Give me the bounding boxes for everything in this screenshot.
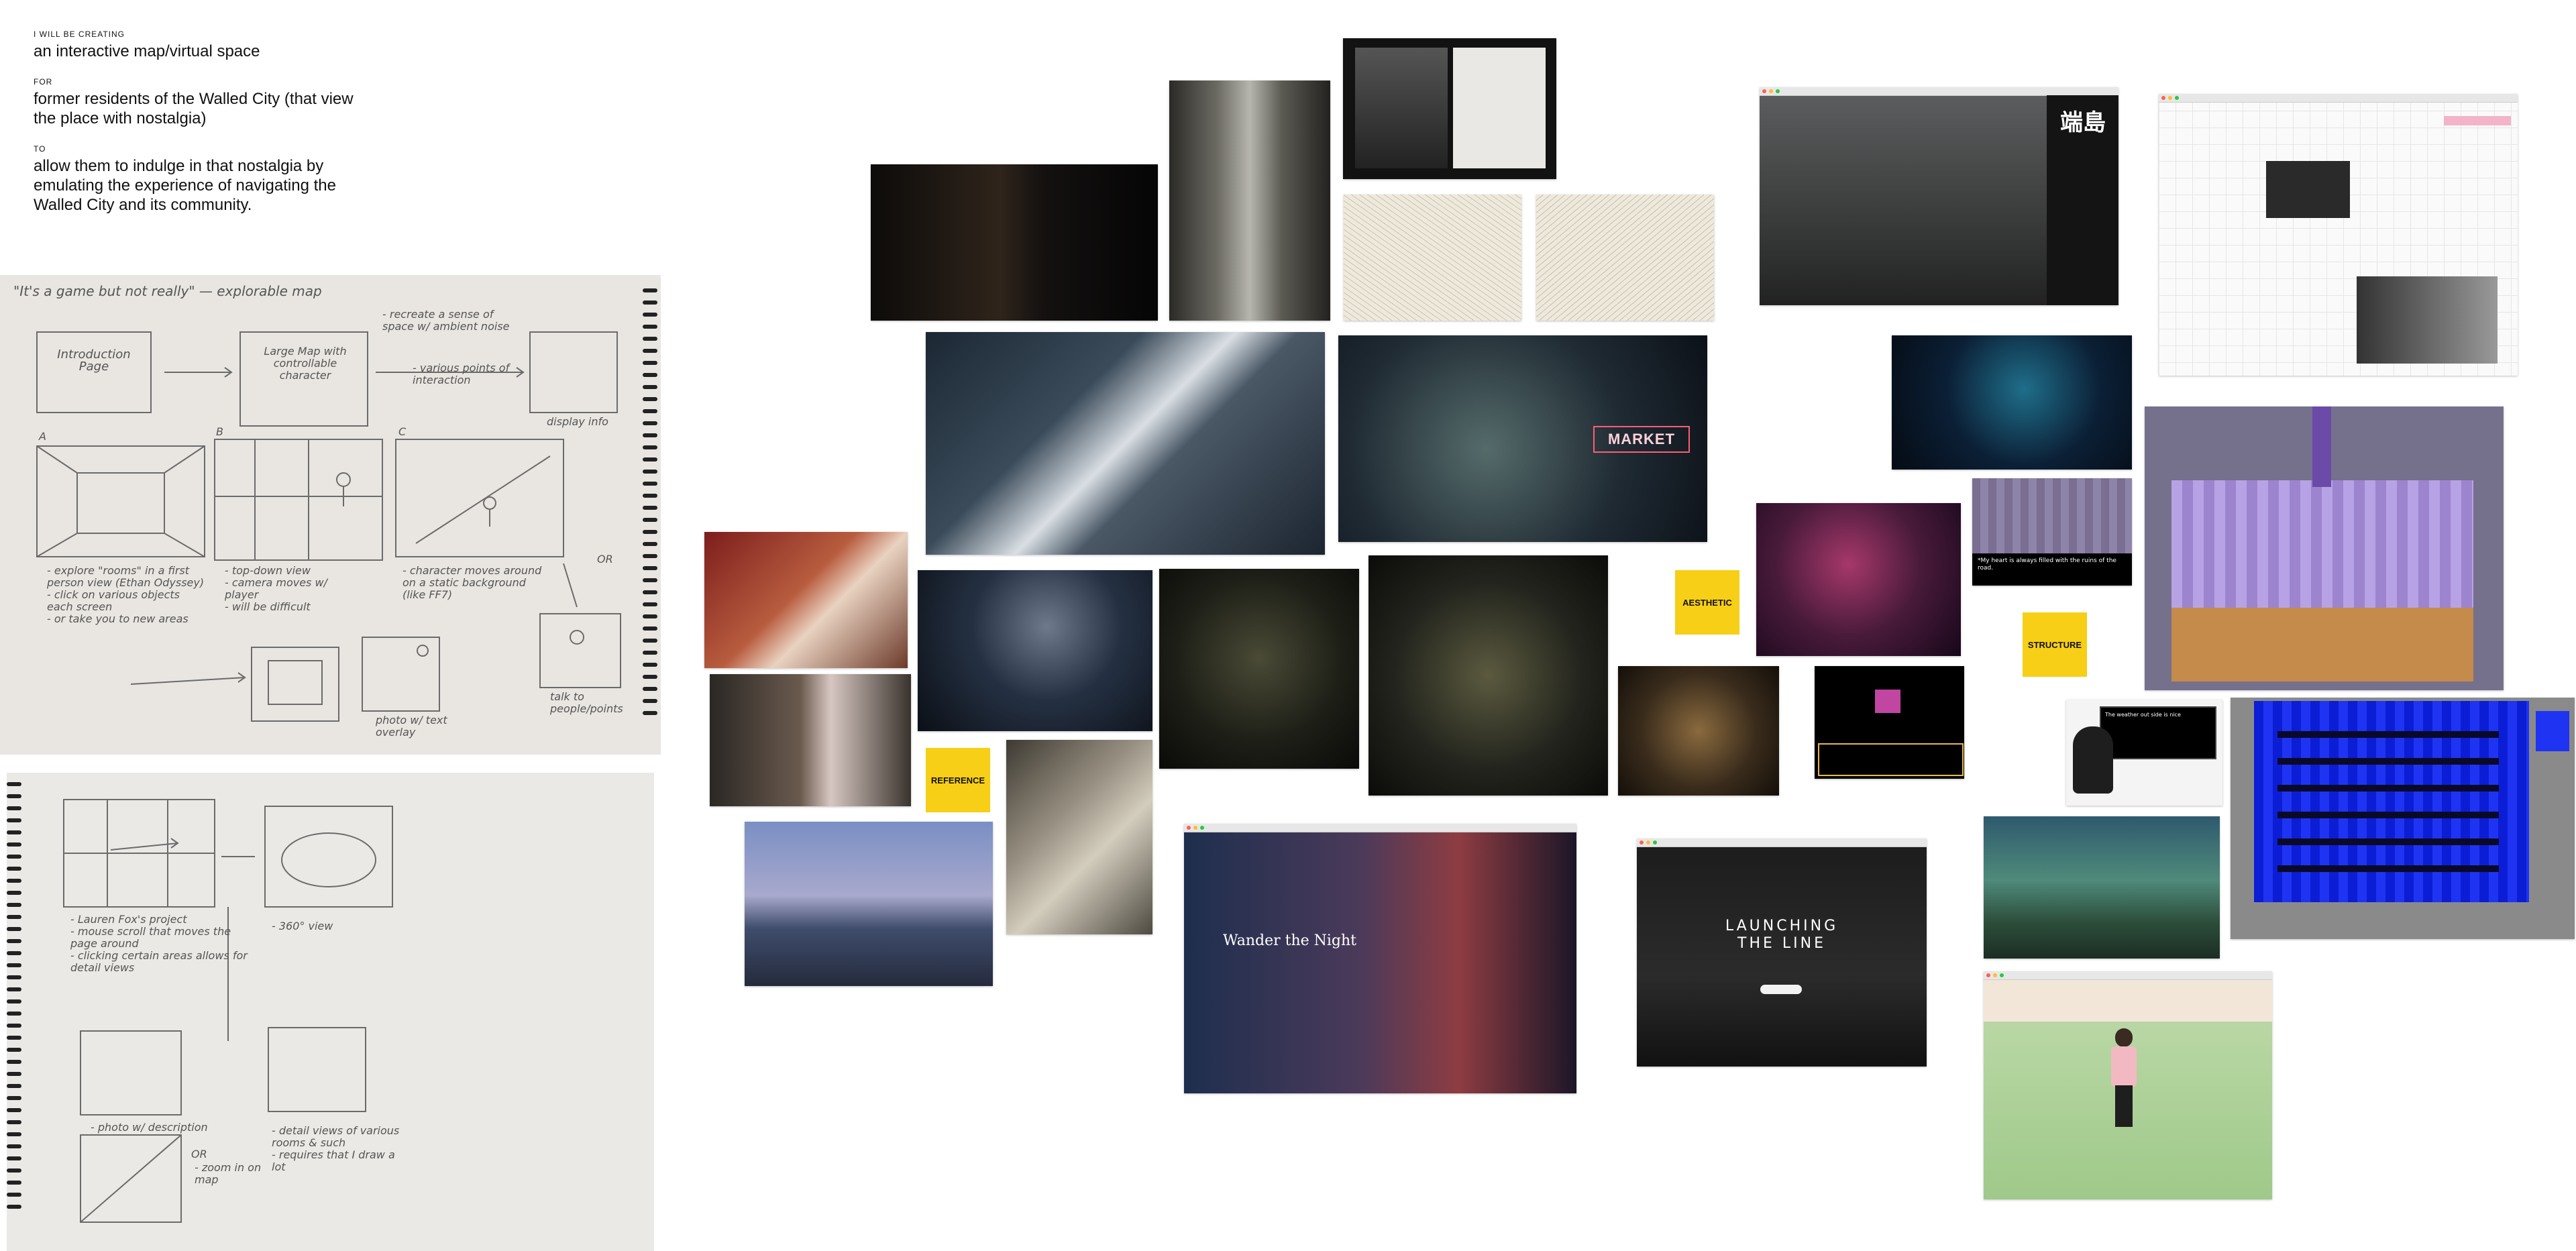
family-dinner-photo [704,532,908,668]
note-or-2: OR [191,1148,207,1160]
nyschool-website [2159,94,2518,376]
launch-title: LAUNCHING THE LINE [1725,918,1839,952]
corridor-night-photo [918,570,1152,731]
isometric-rooms-render [1368,555,1608,796]
room-interior-render [1618,666,1779,796]
note-c: - character moves around on a static bac… [402,564,542,601]
note-space: - recreate a sense of space w/ ambient n… [382,308,510,333]
note-detail: - detail views of various rooms & such -… [272,1124,400,1173]
creating-label: I WILL BE CREATING [34,30,125,39]
map-box-label: Large Map with controllable character [264,345,347,382]
to-label: TO [34,144,46,154]
book-spread-photo [1343,38,1556,179]
city-airplane-photo [745,822,993,986]
note-display: display info [547,415,608,428]
note-talk: talk to people/points [550,690,623,715]
upward-buildings-photo [926,332,1325,555]
project-brief: I WILL BE CREATING an interactive map/vi… [34,30,356,215]
label-b: B [216,425,223,438]
note-or: OR [597,553,613,565]
note-photo: photo w/ text overlay [376,714,447,739]
note-points: - various points of interaction [413,362,510,386]
dark-game-screen [1815,666,1964,779]
wander-the-night-website: Wander the Night [1184,824,1576,1093]
reference-sticky-note: REFERENCE [926,748,990,812]
label-a: A [39,430,46,443]
purple-room-render [1756,503,1961,656]
note-zoom: - zoom in on map [195,1161,262,1186]
note-photo-desc: - photo w/ description [91,1121,208,1134]
figure-icon [2115,1028,2133,1047]
creating-text: an interactive map/virtual space [34,42,260,60]
sketch-page-2: - Lauren Fox's project - mouse scroll th… [7,773,654,1251]
pixel-town-game: *My heart is always filled with the ruin… [1972,478,2132,586]
note-a: - explore "rooms" in a first person view… [47,564,205,625]
cyber-room-render [1892,335,2132,470]
for-text: former residents of the Walled City (tha… [34,90,354,127]
doorway-family-photo [710,674,911,806]
sketch-page-1: "It's a game but not really" — explorabl… [0,275,661,755]
forest-game-screen [1984,816,2220,959]
to-text: allow them to indulge in that nostalgia … [34,157,336,214]
blue-maze-game [2231,698,2575,939]
gunkanjima-logo: 端島 [2060,109,2106,136]
character-dialog-text: The weather out side is nice [2105,712,2181,718]
aesthetic-sticky-note: AESTHETIC [1675,570,1739,635]
structure-sticky-note: STRUCTURE [2023,612,2087,677]
launching-the-line-website: LAUNCHING THE LINE [1637,838,1927,1067]
neon-market-render: MARKET [1338,335,1707,542]
note-b: - top-down view - camera moves w/ player… [225,564,327,613]
note-360: - 360° view [272,920,333,932]
intro-box-label: Introduction Page [57,347,131,374]
neon-sign: MARKET [1593,426,1690,453]
game-dialog-text: *My heart is always filled with the ruin… [1978,557,2116,572]
gunkanjima-website: 端島 [1760,87,2118,305]
for-label: FOR [34,77,53,87]
note-lauren: - Lauren Fox's project - mouse scroll th… [70,913,248,974]
alley-night-photo [871,164,1158,321]
stairway-photo [1006,740,1152,934]
line-drawing-2 [1536,195,1714,321]
line-drawing-1 [1344,195,1521,321]
wander-title: Wander the Night [1223,932,1356,949]
grass-field-website [1984,971,2272,1199]
pixel-castle-map [2145,406,2504,690]
sketch-drawing-2 [63,799,393,1223]
dark-maze-render [1159,569,1359,769]
sketch-title: "It's a game but not really" — explorabl… [13,283,322,299]
tower-canyon-photo [1169,80,1330,321]
label-c: C [398,425,407,438]
character-dialog-game: The weather out side is nice [2066,700,2222,806]
